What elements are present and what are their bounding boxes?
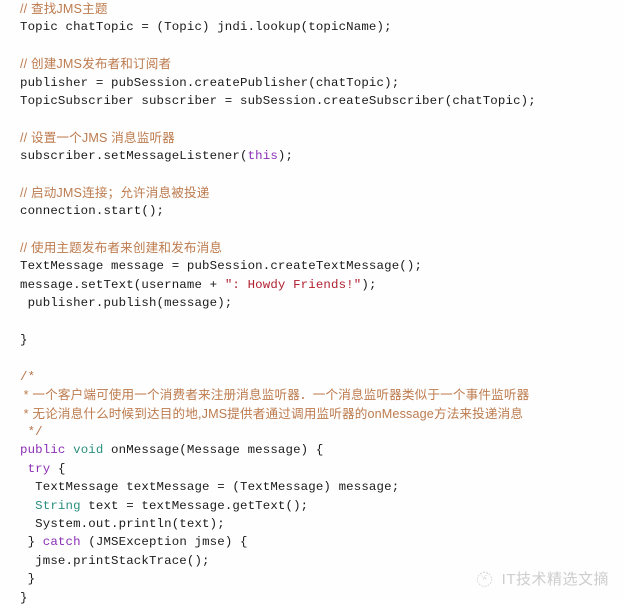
code-line: subscriber.setMessageListener(this);	[0, 147, 623, 165]
code-snippet-panel: // 查找JMS主题 Topic chatTopic = (Topic) jndi…	[0, 0, 623, 605]
code-line: TextMessage textMessage = (TextMessage) …	[0, 478, 623, 496]
code-line: message.setText(username + ": Howdy Frie…	[0, 276, 623, 294]
code-token-plain: text = textMessage.getText();	[80, 498, 309, 513]
code-token-plain: }	[20, 590, 28, 605]
code-line: * 无论消息什么时候到达目的地,JMS提供者通过调用监听器的onMessage方…	[0, 405, 623, 423]
code-token-comment: // 设置一个JMS 消息监听器	[20, 130, 175, 145]
code-line: }	[0, 589, 623, 607]
code-line: publisher = pubSession.createPublisher(c…	[0, 74, 623, 92]
code-token-plain: {	[50, 461, 66, 476]
code-token-plain: TextMessage textMessage = (TextMessage) …	[20, 480, 400, 495]
code-line: }	[0, 570, 623, 588]
code-line: * 一个客户端可使用一个消费者来注册消息监听器．一个消息监听器类似于一个事件监听…	[0, 386, 623, 404]
code-token-plain: }	[20, 572, 36, 587]
code-token-plain: );	[277, 149, 294, 164]
code-line: */	[0, 423, 623, 441]
code-line: publisher.publish(message);	[0, 294, 623, 312]
code-line: Topic chatTopic = (Topic) jndi.lookup(to…	[0, 18, 623, 36]
code-line: } catch (JMSException jmse) {	[0, 533, 623, 551]
code-token-plain: System.out.println(text);	[20, 516, 225, 531]
code-token-plain: onMessage(Message message) {	[103, 443, 324, 458]
code-token-plain: publisher.publish(message);	[20, 296, 233, 311]
code-line: // 启动JMS连接；允许消息被投递	[0, 184, 623, 202]
code-token-plain: TextMessage message = pubSession.createT…	[20, 259, 423, 274]
code-token-plain: Topic chatTopic = (Topic) jndi.lookup(to…	[20, 20, 392, 35]
code-token-type: String	[35, 498, 81, 513]
code-token-keyword: catch	[42, 535, 81, 550]
code-token-comment: * 无论消息什么时候到达目的地,JMS提供者通过调用监听器的onMessage方…	[20, 406, 524, 421]
code-line: public void onMessage(Message message) {	[0, 441, 623, 459]
code-token-keyword: try	[27, 461, 51, 476]
code-token-string: ": Howdy Friends!"	[224, 277, 362, 292]
code-token-plain: message.setText(username +	[20, 277, 225, 292]
code-token-comment: * 一个客户端可使用一个消费者来注册消息监听器．一个消息监听器类似于一个事件监听…	[20, 388, 530, 403]
code-line: }	[0, 331, 623, 349]
code-token-keyword: this	[247, 149, 278, 164]
code-token-comment: // 使用主题发布者来创建和发布消息	[20, 241, 223, 256]
code-token-plain: (JMSException jmse) {	[80, 535, 248, 550]
code-line: // 创建JMS发布者和订阅者	[0, 55, 623, 73]
code-line: // 设置一个JMS 消息监听器	[0, 129, 623, 147]
code-token-plain: publisher = pubSession.createPublisher(c…	[20, 75, 400, 90]
code-line: jmse.printStackTrace();	[0, 552, 623, 570]
code-token-comment: // 查找JMS主题	[20, 2, 108, 16]
code-token-plain: }	[20, 535, 43, 550]
code-line: String text = textMessage.getText();	[0, 497, 623, 515]
code-line: // 查找JMS主题	[0, 0, 623, 18]
code-token-plain: connection.start();	[20, 204, 165, 219]
code-token-type: void	[73, 443, 104, 458]
code-line: TopicSubscriber subscriber = subSession.…	[0, 92, 623, 110]
code-token-plain: subscriber.setMessageListener(	[20, 149, 248, 164]
code-token-comment: */	[20, 424, 43, 439]
code-token-keyword: public	[20, 443, 66, 458]
code-line: try {	[0, 460, 623, 478]
code-line: // 使用主题发布者来创建和发布消息	[0, 239, 623, 257]
code-line: connection.start();	[0, 202, 623, 220]
code-line: /*	[0, 368, 623, 386]
code-token-plain: }	[20, 333, 28, 348]
code-token-plain: );	[361, 277, 377, 292]
code-lines-container: // 查找JMS主题 Topic chatTopic = (Topic) jndi…	[0, 0, 623, 607]
code-token-comment: /*	[20, 369, 36, 384]
code-token-plain: TopicSubscriber subscriber = subSession.…	[20, 93, 536, 108]
code-token-plain: jmse.printStackTrace();	[20, 553, 210, 568]
code-token-comment: // 启动JMS连接；允许消息被投递	[20, 185, 210, 200]
code-line: System.out.println(text);	[0, 515, 623, 533]
code-line: TextMessage message = pubSession.createT…	[0, 257, 623, 275]
code-token-comment: // 创建JMS发布者和订阅者	[20, 57, 172, 72]
